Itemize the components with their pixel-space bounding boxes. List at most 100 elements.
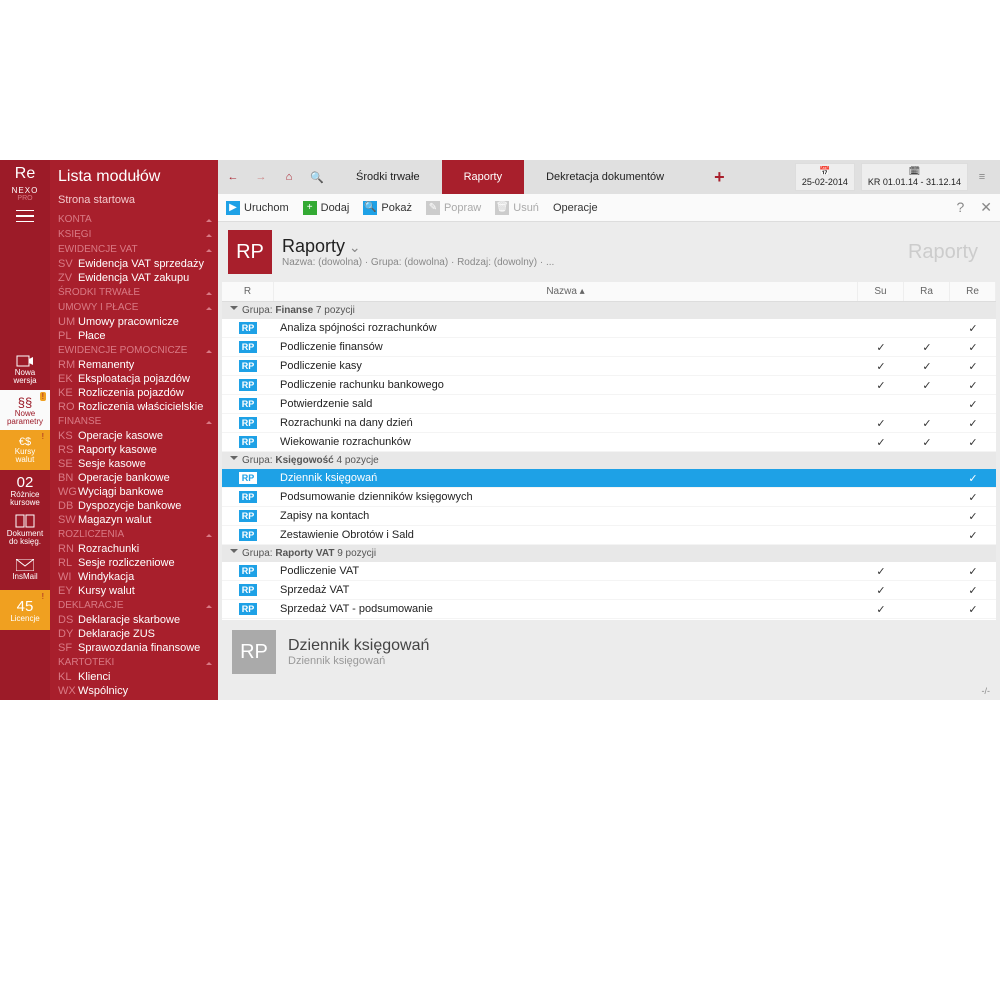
- nav-home-icon[interactable]: ⌂: [278, 166, 300, 188]
- nav-back-icon[interactable]: ←: [222, 166, 244, 188]
- table-group-header[interactable]: Grupa: Finanse 7 pozycji: [222, 302, 996, 319]
- view-filter-sub[interactable]: Nazwa: (dowolna) · Grupa: (dowolna) · Ro…: [282, 257, 554, 268]
- table-group-header[interactable]: Grupa: Księgowość 4 pozycje: [222, 452, 996, 469]
- toolbar: ▶Uruchom+Dodaj🔍Pokaż✎Popraw🗑UsuńOperacje…: [218, 194, 1000, 222]
- iconbar-dokument-do-ksieg[interactable]: Dokument do księg.: [0, 510, 50, 550]
- toolbar-uruchom[interactable]: ▶Uruchom: [226, 201, 289, 215]
- sidebar-title: Lista modułów: [50, 160, 218, 190]
- sidebar-item[interactable]: SVEwidencja VAT sprzedaży: [50, 257, 218, 271]
- sidebar-item[interactable]: KSOperacje kasowe: [50, 429, 218, 443]
- nav-forward-icon[interactable]: →: [250, 166, 272, 188]
- table-row[interactable]: RPTransakcje VAT-UE✓✓: [222, 619, 996, 620]
- view-badge: RP: [228, 230, 272, 274]
- sidebar-group[interactable]: EWIDENCJE VAT: [50, 242, 218, 257]
- sidebar-start-page[interactable]: Strona startowa: [50, 190, 218, 212]
- status-footer: -/-: [218, 684, 1000, 700]
- toolbar-dodaj[interactable]: +Dodaj: [303, 201, 350, 215]
- sidebar-group[interactable]: KONTA: [50, 212, 218, 227]
- tab[interactable]: Raporty: [442, 160, 525, 194]
- close-icon[interactable]: ✕: [980, 199, 992, 216]
- sidebar-group[interactable]: ŚRODKI TRWAŁE: [50, 285, 218, 300]
- col-su[interactable]: Su: [858, 282, 904, 301]
- iconbar-nowa-wersja[interactable]: Nowa wersja: [0, 350, 50, 390]
- sidebar-item[interactable]: PLPłace: [50, 329, 218, 343]
- table-row[interactable]: RPPodliczenie kasy✓✓✓: [222, 357, 996, 376]
- toolbar-popraw: ✎Popraw: [426, 201, 481, 215]
- date-context-2[interactable]: 🗓KR 01.01.14 - 31.12.14: [861, 163, 968, 191]
- nav-search-icon[interactable]: 🔍: [306, 166, 328, 188]
- sidebar-group[interactable]: EWIDENCJE POMOCNICZE: [50, 343, 218, 358]
- sidebar-item[interactable]: KERozliczenia pojazdów: [50, 386, 218, 400]
- sidebar-item[interactable]: DBDyspozycje bankowe: [50, 499, 218, 513]
- iconbar-nowe-parametry[interactable]: §§Nowe parametry: [0, 390, 50, 430]
- sidebar-item[interactable]: EKEksploatacja pojazdów: [50, 372, 218, 386]
- sidebar-item[interactable]: RMRemanenty: [50, 358, 218, 372]
- iconbar: Re NEXO PRO Nowa wersja§§Nowe parametry€…: [0, 160, 50, 700]
- sidebar-item[interactable]: SESesje kasowe: [50, 457, 218, 471]
- iconbar-kursy-walut[interactable]: €$Kursy walut: [0, 430, 50, 470]
- sidebar-item[interactable]: RLSesje rozliczeniowe: [50, 556, 218, 570]
- table-row[interactable]: RPPodliczenie finansów✓✓✓: [222, 338, 996, 357]
- col-re[interactable]: Re: [950, 282, 996, 301]
- sidebar-item[interactable]: ZVEwidencja VAT zakupu: [50, 271, 218, 285]
- tab[interactable]: Środki trwałe: [334, 160, 442, 194]
- toolbar-pokaz[interactable]: 🔍Pokaż: [363, 201, 412, 215]
- col-ra[interactable]: Ra: [904, 282, 950, 301]
- table-row[interactable]: RPSprzedaż VAT✓✓: [222, 581, 996, 600]
- sidebar-item[interactable]: SWMagazyn walut: [50, 513, 218, 527]
- detail-sub: Dziennik księgowań: [288, 655, 429, 667]
- sidebar-item[interactable]: UMUmowy pracownicze: [50, 315, 218, 329]
- sidebar-item[interactable]: RSRaporty kasowe: [50, 443, 218, 457]
- table-row[interactable]: RPPodliczenie rachunku bankowego✓✓✓: [222, 376, 996, 395]
- detail-panel: RP Dziennik księgowań Dziennik księgowań: [218, 620, 1000, 684]
- sidebar-item[interactable]: PXPracownicy: [50, 698, 218, 700]
- col-r[interactable]: R: [222, 282, 274, 301]
- table-header: R Nazwa ▴ Su Ra Re: [222, 282, 996, 302]
- iconbar-insmail[interactable]: InsMail: [0, 550, 50, 590]
- sidebar-group[interactable]: FINANSE: [50, 414, 218, 429]
- tab[interactable]: Dekretacja dokumentów: [524, 160, 686, 194]
- table-row[interactable]: RPZestawienie Obrotów i Sald✓: [222, 526, 996, 545]
- col-nazwa[interactable]: Nazwa ▴: [274, 282, 858, 301]
- table-row[interactable]: RPDziennik księgowań✓: [222, 469, 996, 488]
- sidebar-group[interactable]: DEKLARACJE: [50, 598, 218, 613]
- topbar: ← → ⌂ 🔍 Środki trwałeRaportyDekretacja d…: [218, 160, 1000, 194]
- table-row[interactable]: RPPodsumowanie dzienników księgowych✓: [222, 488, 996, 507]
- toolbar-operacje[interactable]: Operacje: [553, 201, 598, 215]
- sidebar-item[interactable]: KLKlienci: [50, 670, 218, 684]
- table-row[interactable]: RPZapisy na kontach✓: [222, 507, 996, 526]
- iconbar-roznice-kursowe[interactable]: 02Różnice kursowe: [0, 470, 50, 510]
- view-breadcrumb: Raporty: [908, 241, 990, 264]
- table-row[interactable]: RPPotwierdzenie sald✓: [222, 395, 996, 414]
- sidebar-item[interactable]: WXWspólnicy: [50, 684, 218, 698]
- app-logo: Re NEXO PRO: [0, 160, 50, 204]
- view-title[interactable]: Raporty: [282, 236, 554, 257]
- table-row[interactable]: RPSprzedaż VAT - podsumowanie✓✓: [222, 600, 996, 619]
- sidebar-item[interactable]: SFSprawozdania finansowe: [50, 641, 218, 655]
- sidebar-item[interactable]: RORozliczenia właścicielskie: [50, 400, 218, 414]
- sidebar-item[interactable]: RNRozrachunki: [50, 542, 218, 556]
- tab-bar: Środki trwałeRaportyDekretacja dokumentó…: [334, 160, 686, 194]
- tab-add-button[interactable]: +: [692, 167, 747, 188]
- detail-title: Dziennik księgowań: [288, 637, 429, 655]
- sidebar-item[interactable]: DSDeklaracje skarbowe: [50, 613, 218, 627]
- menu-icon[interactable]: ≡: [974, 171, 990, 183]
- date-context-1[interactable]: 📅25-02-2014: [795, 163, 855, 191]
- sidebar-item[interactable]: EYKursy walut: [50, 584, 218, 598]
- help-icon[interactable]: ?: [956, 199, 964, 216]
- sidebar-item[interactable]: BNOperacje bankowe: [50, 471, 218, 485]
- table-row[interactable]: RPWiekowanie rozrachunków✓✓✓: [222, 433, 996, 452]
- sidebar-group[interactable]: UMOWY I PŁACE: [50, 300, 218, 315]
- iconbar-licencje[interactable]: 45Licencje: [0, 590, 50, 630]
- hamburger-icon[interactable]: [0, 204, 50, 230]
- sidebar-item[interactable]: WIWindykacja: [50, 570, 218, 584]
- table-row[interactable]: RPPodliczenie VAT✓✓: [222, 562, 996, 581]
- sidebar-item[interactable]: WGWyciągi bankowe: [50, 485, 218, 499]
- table-row[interactable]: RPAnaliza spójności rozrachunków✓: [222, 319, 996, 338]
- sidebar-group[interactable]: ROZLICZENIA: [50, 527, 218, 542]
- table-row[interactable]: RPRozrachunki na dany dzień✓✓✓: [222, 414, 996, 433]
- table-group-header[interactable]: Grupa: Raporty VAT 9 pozycji: [222, 545, 996, 562]
- sidebar-group[interactable]: KSIĘGI: [50, 227, 218, 242]
- sidebar-item[interactable]: DYDeklaracje ZUS: [50, 627, 218, 641]
- sidebar-group[interactable]: KARTOTEKI: [50, 655, 218, 670]
